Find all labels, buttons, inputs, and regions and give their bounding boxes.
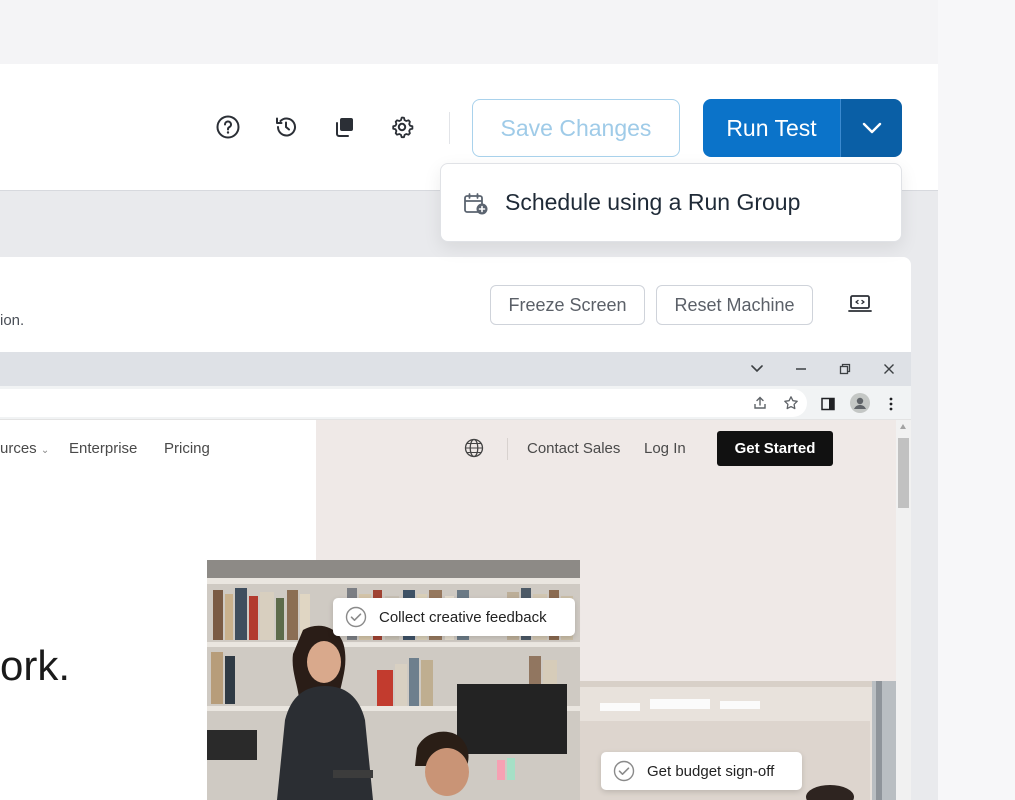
restore-icon[interactable] <box>836 360 854 378</box>
run-test-button[interactable]: Run Test <box>703 99 840 157</box>
nav-link-pricing[interactable]: Pricing <box>164 440 210 457</box>
freeze-screen-button[interactable]: Freeze Screen <box>490 285 645 325</box>
menu-item-label: Schedule using a Run Group <box>505 189 801 215</box>
browser-title-bar <box>0 352 911 386</box>
url-input[interactable] <box>0 389 807 417</box>
screen: Save Changes Run Test ion. Freeze Screen… <box>0 0 1015 800</box>
hero-photo-team <box>207 560 580 800</box>
toolbar-divider <box>449 112 450 144</box>
page-scrollbar[interactable] <box>896 420 911 800</box>
duplicate-icon[interactable] <box>331 114 357 140</box>
profile-avatar-icon[interactable] <box>850 393 870 413</box>
nav-link-resources[interactable]: urces ⌄ <box>0 440 49 457</box>
nav-divider <box>507 438 508 460</box>
tab-search-chevron-icon[interactable] <box>748 360 766 378</box>
globe-icon[interactable] <box>464 438 484 458</box>
browser-menu-icon[interactable] <box>882 395 900 413</box>
badge-collect-feedback: Collect creative feedback <box>333 598 575 636</box>
menu-item-schedule-run-group[interactable]: Schedule using a Run Group <box>441 164 901 241</box>
bookmark-star-icon[interactable] <box>782 394 800 412</box>
settings-icon[interactable] <box>389 114 415 140</box>
calendar-add-icon <box>463 192 489 216</box>
close-icon[interactable] <box>880 360 898 378</box>
run-test-dropdown-menu: Schedule using a Run Group <box>440 163 902 242</box>
minimize-icon[interactable] <box>792 360 810 378</box>
page-background <box>938 0 1015 800</box>
save-changes-button[interactable]: Save Changes <box>472 99 680 157</box>
reset-machine-button[interactable]: Reset Machine <box>656 285 813 325</box>
get-started-button[interactable]: Get Started <box>717 431 833 466</box>
website-viewport: urces ⌄ Enterprise Pricing Contact Sales… <box>0 420 896 800</box>
share-icon[interactable] <box>751 394 769 412</box>
side-panel-icon[interactable] <box>819 395 837 413</box>
remote-desktop-icon[interactable] <box>848 293 872 315</box>
browser-address-bar <box>0 386 911 420</box>
scroll-up-arrow-icon[interactable] <box>900 424 906 429</box>
history-icon[interactable] <box>273 114 299 140</box>
remote-browser-window: urces ⌄ Enterprise Pricing Contact Sales… <box>0 352 911 800</box>
help-icon[interactable] <box>215 114 241 140</box>
panel-description: ion. <box>0 312 25 329</box>
chevron-down-icon <box>862 122 881 134</box>
hero-headline: ork. <box>0 642 71 689</box>
badge-budget-signoff: Get budget sign-off <box>601 752 802 790</box>
run-test-dropdown-toggle[interactable] <box>840 99 902 157</box>
check-circle-icon <box>345 606 367 628</box>
nav-link-contact-sales[interactable]: Contact Sales <box>527 440 620 457</box>
machine-panel: ion. Freeze Screen Reset Machine urces ⌄… <box>0 257 911 800</box>
nav-link-log-in[interactable]: Log In <box>644 440 686 457</box>
nav-link-enterprise[interactable]: Enterprise <box>69 440 137 457</box>
check-circle-icon <box>613 760 635 782</box>
scrollbar-thumb[interactable] <box>898 438 909 508</box>
